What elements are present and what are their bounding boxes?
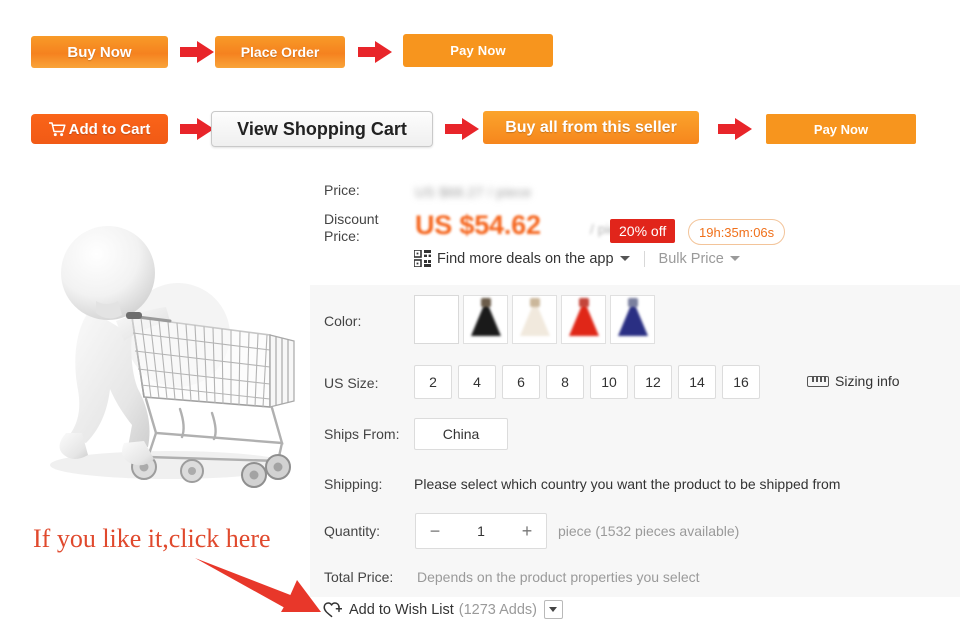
chevron-down-icon-deals[interactable] xyxy=(619,256,630,261)
ships-from-label: Ships From: xyxy=(324,426,400,442)
original-price: US $68.27 / piece xyxy=(415,184,532,200)
heart-plus-icon xyxy=(323,601,343,618)
chevron-down-icon-wishlist xyxy=(549,607,558,612)
sizing-info-link[interactable]: Sizing info xyxy=(807,373,900,389)
place-order-button[interactable]: Place Order xyxy=(215,36,345,68)
buy-now-label: Buy Now xyxy=(67,43,132,61)
price-label: Price: xyxy=(324,182,360,198)
flow-arrow-5 xyxy=(718,118,752,140)
total-price-value: Depends on the product properties you se… xyxy=(417,569,700,585)
divider xyxy=(643,250,645,267)
size-option-6[interactable]: 6 xyxy=(502,365,540,399)
screenshot-root: Buy Now Place Order Pay Now Add to Cart … xyxy=(0,0,960,629)
color-swatch-red[interactable] xyxy=(561,295,606,344)
wish-list-label: Add to Wish List xyxy=(349,601,454,618)
app-deals-label[interactable]: Find more deals on the app xyxy=(437,251,614,267)
color-swatch-navy[interactable] xyxy=(610,295,655,344)
add-to-wish-list[interactable]: Add to Wish List (1273 Adds) xyxy=(323,600,563,619)
size-option-16[interactable]: 16 xyxy=(722,365,760,399)
flow-arrow-4 xyxy=(445,118,479,140)
quantity-decrease-button[interactable]: − xyxy=(416,521,454,542)
discount-price-value: US $54.62 xyxy=(415,210,541,240)
quantity-input[interactable]: 1 xyxy=(454,523,508,539)
discount-badge: 20% off xyxy=(610,219,676,243)
size-option-14[interactable]: 14 xyxy=(678,365,716,399)
add-to-cart-button[interactable]: Add to Cart xyxy=(31,114,168,144)
size-option-4[interactable]: 4 xyxy=(458,365,496,399)
pay-now-button-1[interactable]: Pay Now xyxy=(403,34,553,67)
qr-code-icon xyxy=(413,249,431,268)
pay-now-button-2[interactable]: Pay Now xyxy=(766,114,916,144)
bulk-price-link[interactable]: Bulk Price xyxy=(659,251,740,267)
color-label: Color: xyxy=(324,313,362,329)
shipping-label: Shipping: xyxy=(324,476,383,492)
discount-label-line1: Discount xyxy=(324,211,379,227)
size-option-8[interactable]: 8 xyxy=(546,365,584,399)
countdown-timer: 19h:35m:06s xyxy=(688,219,786,245)
flow-arrow-3 xyxy=(180,118,214,140)
annotation-arrow xyxy=(193,556,323,618)
view-shopping-cart-button[interactable]: View Shopping Cart xyxy=(211,111,433,147)
ruler-icon xyxy=(807,375,829,387)
quantity-stepper[interactable]: − 1 + xyxy=(415,513,547,549)
color-swatches xyxy=(414,295,659,344)
size-option-10[interactable]: 10 xyxy=(590,365,628,399)
us-size-label: US Size: xyxy=(324,375,379,391)
flow-arrow-2 xyxy=(358,41,392,63)
quantity-label: Quantity: xyxy=(324,523,381,539)
discount-price-label: Discount Price: xyxy=(324,211,394,245)
buy-now-button[interactable]: Buy Now xyxy=(31,36,168,68)
color-swatch-black[interactable] xyxy=(463,295,508,344)
wish-list-dropdown-button[interactable] xyxy=(543,600,563,619)
add-to-cart-label: Add to Cart xyxy=(68,120,151,138)
color-swatch-blank[interactable] xyxy=(414,295,459,344)
color-swatch-ivory[interactable] xyxy=(512,295,557,344)
shopper-illustration xyxy=(20,175,310,505)
us-size-options: 2 4 6 8 10 12 14 16 xyxy=(414,365,766,399)
ships-from-option-china[interactable]: China xyxy=(414,418,508,450)
quantity-availability-note: piece (1532 pieces available) xyxy=(558,523,740,539)
size-option-2[interactable]: 2 xyxy=(414,365,452,399)
buy-all-from-seller-label: Buy all from this seller xyxy=(505,118,677,136)
sizing-info-label: Sizing info xyxy=(835,373,900,389)
annotation-text: If you like it,click here xyxy=(33,524,271,553)
quantity-increase-button[interactable]: + xyxy=(508,521,546,542)
cart-icon xyxy=(48,121,66,137)
shipping-message: Please select which country you want the… xyxy=(414,476,841,492)
pay-now-label-2: Pay Now xyxy=(813,121,869,137)
view-shopping-cart-label: View Shopping Cart xyxy=(237,118,407,139)
chevron-down-icon-bulk xyxy=(729,256,740,261)
total-price-label: Total Price: xyxy=(324,569,394,585)
flow-arrow-1 xyxy=(180,41,214,63)
buy-all-from-seller-button[interactable]: Buy all from this seller xyxy=(483,111,699,144)
pay-now-label-1: Pay Now xyxy=(450,43,506,58)
bulk-price-label: Bulk Price xyxy=(658,250,724,267)
app-deals-row: Find more deals on the app Bulk Price xyxy=(413,249,740,268)
size-option-12[interactable]: 12 xyxy=(634,365,672,399)
place-order-label: Place Order xyxy=(240,44,320,60)
discount-label-line2: Price: xyxy=(324,228,360,244)
wish-list-count: (1273 Adds) xyxy=(458,601,537,618)
